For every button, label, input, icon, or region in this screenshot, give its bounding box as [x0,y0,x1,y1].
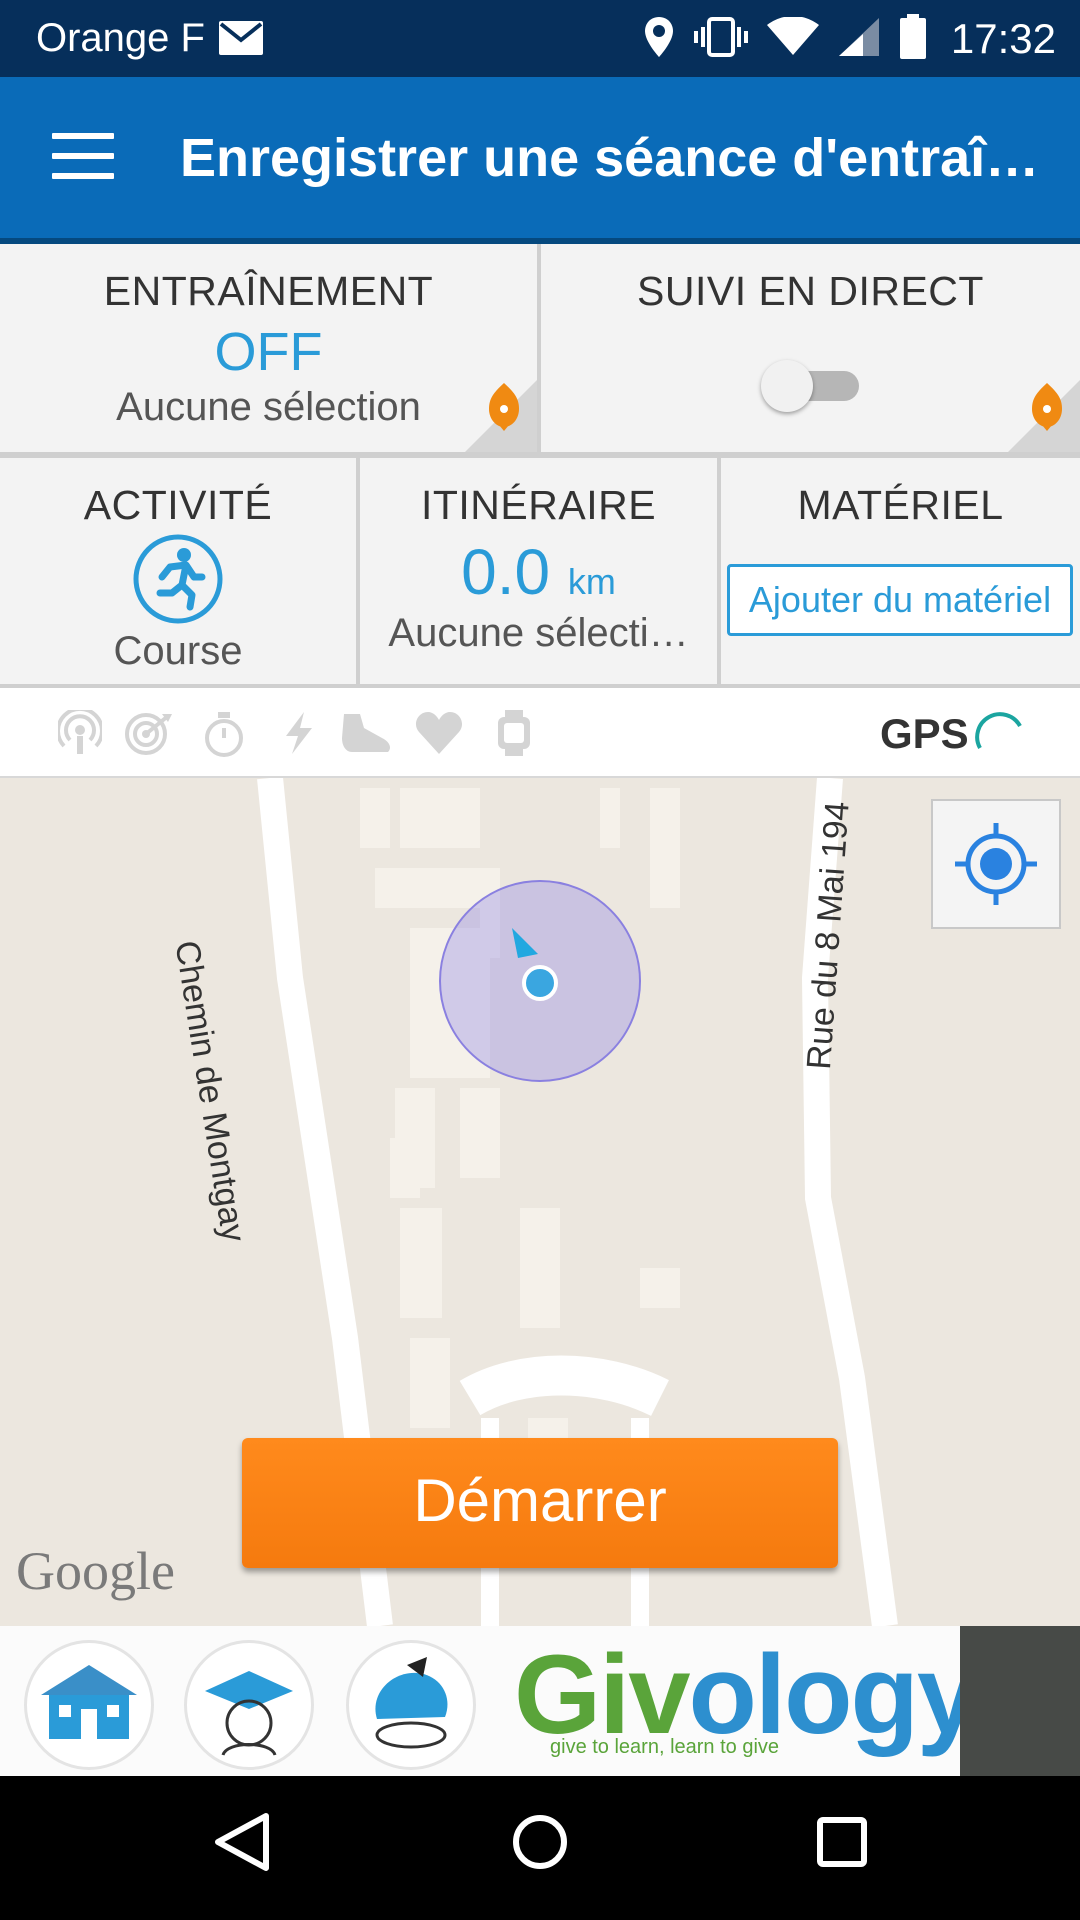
carrier-name: Orange F [36,16,205,60]
recents-icon[interactable] [812,1810,872,1879]
google-attribution: Google [16,1541,175,1601]
clock: 17:32 [950,15,1056,62]
ad-side-panel [960,1626,1080,1776]
live-tracking-toggle[interactable] [751,354,871,414]
add-equipment-button[interactable]: Ajouter du matériel [727,564,1073,636]
equipment-panel: MATÉRIEL Ajouter du matériel [721,458,1080,684]
ad-graduate-icon [184,1640,314,1770]
ad-banner[interactable]: Givology give to learn, learn to give [0,1626,1080,1776]
vibrate-icon [693,15,749,64]
live-tracking-label: SUIVI EN DIRECT [637,268,984,314]
lightning-icon [278,710,318,761]
navigation-bar [0,1776,1080,1920]
crosshair-icon [955,823,1037,905]
stopwatch-icon [202,710,246,763]
ad-tagline: give to learn, learn to give [550,1736,780,1758]
status-bar: Orange F 17:32 [0,0,1080,77]
signal-icon [837,16,881,63]
activity-panel[interactable]: ACTIVITÉ Course [0,458,356,684]
mail-icon [218,20,264,61]
hamburger-menu-icon[interactable] [52,133,114,185]
heart-icon [414,710,464,761]
activity-value: Course [113,629,243,673]
training-subtitle: Aucune sélection [116,385,421,429]
running-person-icon [0,533,356,625]
route-label: ITINÉRAIRE [420,482,657,528]
target-icon [124,710,174,761]
battery-icon [899,13,927,65]
route-distance-unit: km [567,561,616,602]
home-icon[interactable] [510,1810,570,1879]
app-bar: Enregistrer une séance d'entraî… [0,77,1080,242]
route-subtitle: Aucune sélecti… [388,611,689,655]
wifi-icon [766,15,819,62]
equipment-label: MATÉRIEL [797,482,1004,528]
toggle-thumb [761,360,813,412]
sensor-status-row: GPS [0,688,1080,778]
route-distance-value: 0.0 [461,536,551,608]
page-title: Enregistrer une séance d'entraî… [180,128,1040,188]
ad-brain-icon [346,1640,476,1770]
activity-label: ACTIVITÉ [83,482,273,528]
ad-school-icon [24,1640,154,1770]
map-view[interactable]: Chemin de Montgay Rue du 8 Mai 194 Googl… [0,778,1080,1626]
training-label: ENTRAÎNEMENT [103,268,434,314]
back-icon[interactable] [212,1810,272,1879]
live-tracking-panel[interactable]: SUIVI EN DIRECT [541,244,1080,452]
training-value: OFF [214,322,323,382]
orange-pin-icon [1030,381,1064,436]
gps-label: GPS [880,710,969,757]
location-pin-icon [643,15,675,64]
shoe-icon [338,710,394,761]
start-button[interactable]: Démarrer [242,1438,838,1568]
route-distance: 0.0 km [360,535,717,609]
broadcast-icon [56,706,104,761]
route-panel[interactable]: ITINÉRAIRE 0.0 km Aucune sélecti… [360,458,717,684]
orange-pin-icon [487,381,521,436]
my-location-button[interactable] [931,799,1061,929]
training-panel[interactable]: ENTRAÎNEMENT OFF Aucune sélection [0,244,537,452]
gps-searching-spinner-icon [970,706,1026,767]
watch-icon [496,710,532,761]
